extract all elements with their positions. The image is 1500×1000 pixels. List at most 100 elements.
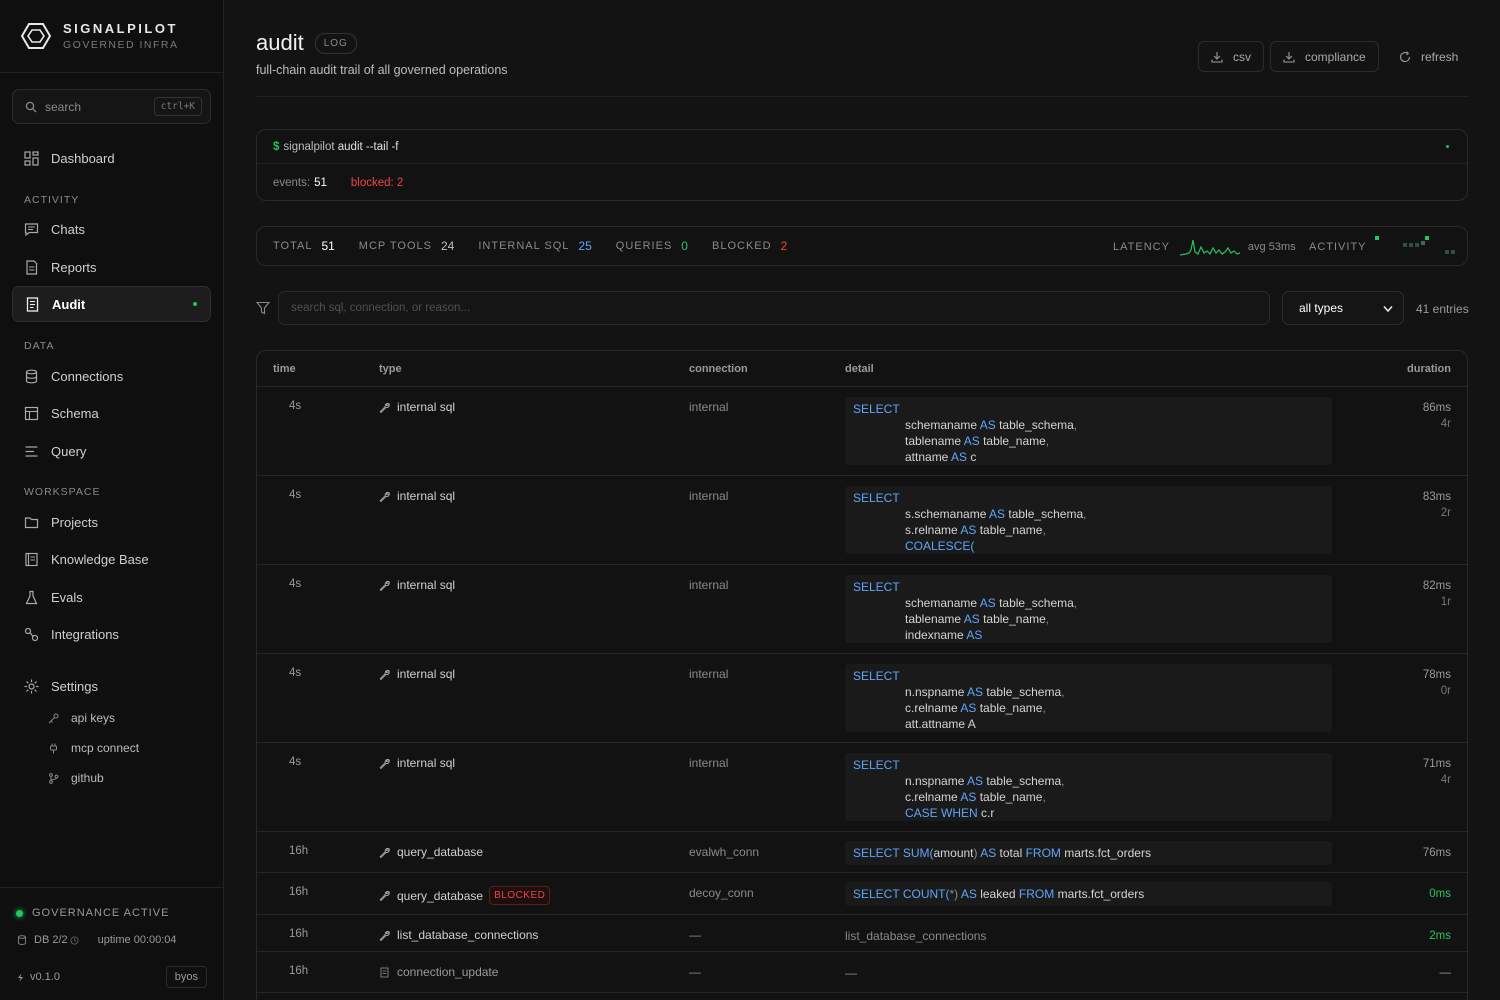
- table-row[interactable]: 16h query_database evalwh_conn SELECT SUM(a…: [257, 832, 1467, 873]
- type-filter-select[interactable]: all types: [1282, 291, 1404, 325]
- sidebar-item-schema[interactable]: Schema: [12, 395, 211, 431]
- table-row[interactable]: 4s internal sql internal SELECT s.schemaname…: [257, 476, 1467, 565]
- table-row[interactable]: 4s internal sql internal SELECT schemaname A…: [257, 565, 1467, 654]
- git-branch-icon: [49, 772, 59, 784]
- sidebar-item-chats[interactable]: Chats: [12, 211, 211, 247]
- entries-count: 41 entries: [1416, 302, 1469, 316]
- table-row[interactable]: 4s internal sql internal SELECT n.nspname AS…: [257, 654, 1467, 743]
- book-icon: [25, 552, 38, 566]
- sql-token: s.relname: [905, 523, 958, 537]
- table-row[interactable]: 16h query_database BLOCKED decoy_conn SELECT…: [257, 873, 1467, 915]
- sidebar-item-query[interactable]: Query: [12, 433, 211, 469]
- wrench-icon: [379, 580, 390, 591]
- cell-connection: —: [689, 965, 701, 979]
- sidebar-subitem-github[interactable]: github: [48, 771, 104, 785]
- sql-keyword: AS: [960, 701, 977, 715]
- sidebar-subitem-mcp-connect[interactable]: mcp connect: [48, 741, 139, 755]
- cell-detail-sql[interactable]: SELECT schemaname AS table_schema, tablena…: [845, 397, 1332, 465]
- app-version: v0.1.0: [16, 971, 60, 983]
- export-compliance-button[interactable]: compliance: [1270, 41, 1379, 72]
- cell-detail-sql[interactable]: SELECT schemaname AS table_schema, tablena…: [845, 575, 1332, 643]
- byos-button[interactable]: byos: [165, 966, 207, 988]
- sql-token: indexname: [905, 628, 964, 642]
- duration-value: 86ms: [1422, 402, 1451, 414]
- cell-duration: 82ms 1r: [1423, 578, 1451, 610]
- sidebar-subitem-api-keys[interactable]: api keys: [48, 711, 115, 725]
- table-row[interactable]: 4s internal sql internal SELECT schemaname A…: [257, 387, 1467, 476]
- chevron-down-icon: [1383, 306, 1393, 313]
- audit-search-input[interactable]: search sql, connection, or reason...: [278, 291, 1270, 325]
- duration-value: 0ms: [1429, 888, 1451, 900]
- sidebar-item-settings[interactable]: Settings: [12, 668, 211, 704]
- cell-detail-sql[interactable]: SELECT n.nspname AS table_schema, c.relnam…: [845, 664, 1332, 732]
- sidebar-item-projects[interactable]: Projects: [12, 504, 211, 540]
- sql-token: table_name: [983, 612, 1046, 626]
- sql-line: s.schemaname AS table_schema,: [853, 506, 1324, 522]
- log-badge: LOG: [314, 32, 357, 54]
- sql-token: A: [967, 717, 976, 731]
- col-header-detail[interactable]: detail: [845, 363, 874, 375]
- stat-value: 51: [321, 239, 335, 253]
- sidebar-item-audit[interactable]: Audit: [12, 286, 211, 322]
- brand[interactable]: SIGNALPILOT GOVERNED INFRA: [0, 0, 223, 73]
- document-icon: [380, 967, 389, 977]
- sidebar-item-reports[interactable]: Reports: [12, 249, 211, 285]
- col-header-connection[interactable]: connection: [689, 363, 748, 375]
- audit-log-icon: [26, 296, 39, 312]
- refresh-icon: [1399, 50, 1411, 62]
- sql-line: c.relname AS table_name,: [853, 789, 1324, 805]
- sql-token: table_name: [979, 790, 1043, 804]
- latency-label: LATENCY: [1113, 241, 1170, 253]
- table-row[interactable]: 16h connection_update — — —: [257, 952, 1467, 993]
- export-csv-button[interactable]: csv: [1198, 41, 1264, 72]
- col-header-time[interactable]: time: [273, 363, 296, 375]
- duration-value: 82ms: [1422, 580, 1451, 592]
- cell-detail-sql[interactable]: SELECT COUNT(*) AS leaked FROM marts.fct…: [845, 882, 1332, 906]
- sql-keyword: AS: [966, 628, 983, 642]
- sidebar-item-label: Dashboard: [51, 150, 115, 166]
- sql-token: table_schema: [986, 774, 1062, 788]
- stat-value: 0: [681, 239, 688, 253]
- stat-label: INTERNAL SQL: [478, 240, 570, 252]
- cell-connection: internal: [689, 578, 729, 592]
- filter-funnel-icon[interactable]: [256, 301, 270, 315]
- sql-token: n.nspname: [905, 774, 965, 788]
- sql-token: c.r: [981, 806, 995, 820]
- status-dot: [16, 909, 23, 917]
- sql-keyword: SELECT: [853, 669, 900, 683]
- sql-keyword: SELECT: [853, 846, 900, 860]
- col-header-type[interactable]: type: [379, 363, 402, 375]
- sidebar-item-connections[interactable]: Connections: [12, 358, 211, 394]
- cell-detail[interactable]: —: [845, 965, 1332, 981]
- sql-token: table_schema: [999, 596, 1074, 610]
- sidebar-item-dashboard[interactable]: Dashboard: [12, 140, 211, 176]
- sidebar-item-evals[interactable]: Evals: [12, 579, 211, 615]
- sql-line: indexname AS: [853, 627, 1324, 643]
- table-row[interactable]: 16h list_database_connections — list_databa…: [257, 915, 1467, 952]
- sql-keyword: AS: [960, 790, 977, 804]
- sql-line: n.nspname AS table_schema,: [853, 684, 1324, 700]
- terminal-panel: $ signalpilot audit --tail -f events: 51…: [256, 129, 1468, 201]
- sidebar-search[interactable]: search ctrl+K: [12, 89, 211, 124]
- col-header-duration[interactable]: duration: [1407, 363, 1451, 375]
- sql-keyword: AS: [960, 887, 977, 901]
- search-icon: [25, 101, 37, 112]
- cell-detail-sql[interactable]: SELECT SUM(amount) AS total FROM marts.f…: [845, 841, 1332, 865]
- db-status: DB 2/2 uptime 00:00:04: [17, 934, 177, 946]
- cell-detail-sql[interactable]: SELECT s.schemaname AS table_schema, s.rel…: [845, 486, 1332, 554]
- sidebar-item-knowledge-base[interactable]: Knowledge Base: [12, 541, 211, 577]
- blocked-count: blocked: 2: [350, 176, 404, 189]
- sql-keyword: SELECT: [853, 580, 900, 594]
- cell-detail-sql[interactable]: SELECT n.nspname AS table_schema, c.relnam…: [845, 753, 1332, 821]
- table-row[interactable]: 4s internal sql internal SELECT n.nspname AS…: [257, 743, 1467, 832]
- sql-keyword: SELECT: [853, 758, 900, 772]
- sql-token: amount: [933, 846, 974, 860]
- sql-token: attname: [905, 450, 949, 464]
- cell-detail[interactable]: list_database_connections: [845, 928, 1332, 944]
- activity-cell: [1444, 250, 1449, 254]
- sidebar-item-label: Knowledge Base: [51, 551, 149, 567]
- sql-line: CASE WHEN c.r: [853, 805, 1324, 821]
- sidebar-item-integrations[interactable]: Integrations: [12, 616, 211, 652]
- cell-connection: internal: [689, 667, 729, 681]
- refresh-button[interactable]: refresh: [1386, 41, 1471, 72]
